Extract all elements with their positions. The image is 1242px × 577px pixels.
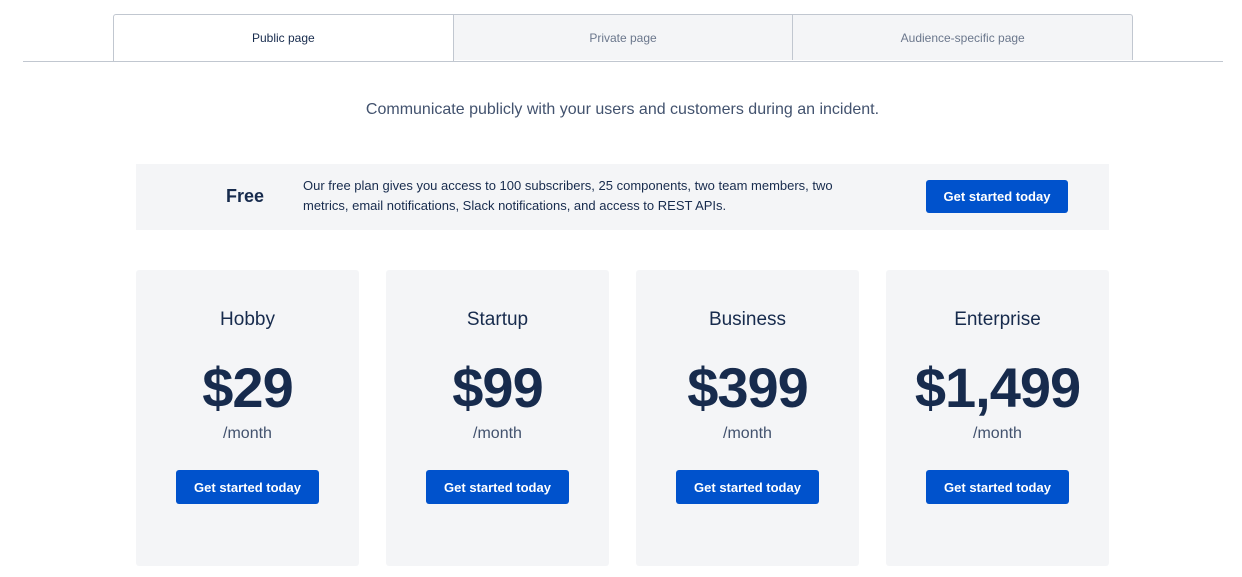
plan-period: /month bbox=[473, 425, 522, 442]
plan-period: /month bbox=[223, 425, 272, 442]
business-get-started-button[interactable]: Get started today bbox=[676, 470, 819, 504]
plan-name: Hobby bbox=[220, 309, 275, 330]
hobby-get-started-button[interactable]: Get started today bbox=[176, 470, 319, 504]
tab-audience-specific-page[interactable]: Audience-specific page bbox=[793, 14, 1134, 60]
free-plan-banner: Free Our free plan gives you access to 1… bbox=[136, 164, 1109, 230]
free-plan-get-started-button[interactable]: Get started today bbox=[926, 180, 1068, 213]
startup-get-started-button[interactable]: Get started today bbox=[426, 470, 569, 504]
plan-price: $399 bbox=[687, 356, 809, 419]
plan-name: Startup bbox=[466, 309, 529, 330]
free-plan-title: Free bbox=[226, 186, 265, 206]
plan-card-enterprise: Enterprise $1,499 /month Get started tod… bbox=[886, 270, 1109, 566]
plan-price: $99 bbox=[452, 356, 543, 419]
plan-name: Business bbox=[708, 309, 787, 330]
tab-description: Communicate publicly with your users and… bbox=[365, 101, 880, 118]
plan-period: /month bbox=[723, 425, 772, 442]
pricing-page: Public page Private page Audience-specif… bbox=[0, 0, 1242, 577]
plan-card-business: Business $399 /month Get started today bbox=[636, 270, 859, 566]
tab-public-page[interactable]: Public page bbox=[113, 14, 454, 61]
plan-price: $29 bbox=[202, 356, 293, 419]
page-type-tabbar: Public page Private page Audience-specif… bbox=[23, 14, 1223, 62]
plan-card-hobby: Hobby $29 /month Get started today bbox=[136, 270, 359, 566]
plan-card-startup: Startup $99 /month Get started today bbox=[386, 270, 609, 566]
tab-private-page[interactable]: Private page bbox=[453, 14, 794, 60]
plan-name: Enterprise bbox=[954, 309, 1041, 330]
free-plan-description: Our free plan gives you access to 100 su… bbox=[303, 178, 833, 213]
plan-period: /month bbox=[973, 425, 1022, 442]
enterprise-get-started-button[interactable]: Get started today bbox=[926, 470, 1069, 504]
plan-price: $1,499 bbox=[914, 356, 1081, 419]
page-type-tabs: Public page Private page Audience-specif… bbox=[113, 14, 1134, 61]
